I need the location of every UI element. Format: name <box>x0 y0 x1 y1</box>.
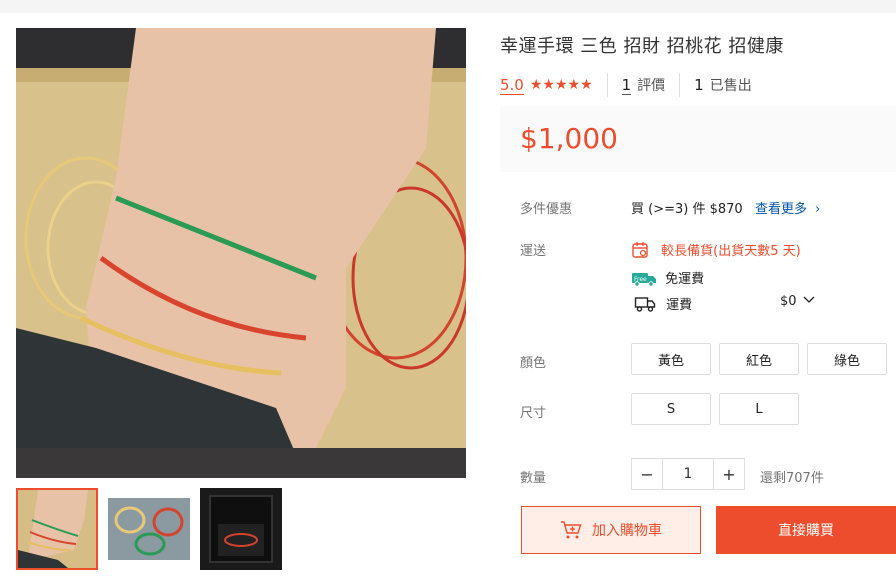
bulk-discount-label: 多件優惠 <box>520 202 573 217</box>
size-label: 尺寸 <box>520 406 547 421</box>
free-shipping-text: 免運費 <box>665 272 705 287</box>
quantity-stepper: − 1 + <box>631 458 745 490</box>
price-box: $1,000 <box>500 106 896 172</box>
add-to-cart-icon <box>560 520 582 540</box>
size-option-s[interactable]: S <box>631 393 711 425</box>
free-badge-text: Free <box>634 276 647 283</box>
buy-now-button[interactable]: 直接購買 <box>716 506 896 554</box>
thumbnail-3[interactable] <box>200 488 282 570</box>
rating-row: 5.0 ★★★★★ 1 評價 1 已售出 <box>500 72 752 98</box>
thumbnail-2[interactable] <box>108 488 190 570</box>
color-option-green[interactable]: 綠色 <box>807 343 887 375</box>
calendar-icon <box>631 241 649 263</box>
shipping-fee-dropdown[interactable]: $0 <box>780 294 815 309</box>
color-label: 顏色 <box>520 356 547 371</box>
color-option-red[interactable]: 紅色 <box>719 343 799 375</box>
free-shipping-row: Free 免運費 <box>631 268 704 291</box>
product-title: 幸運手環 三色 招財 招桃花 招健康 <box>500 36 784 57</box>
reviews-count[interactable]: 1 <box>621 76 632 95</box>
quantity-input[interactable]: 1 <box>663 458 713 490</box>
see-more-link[interactable]: 查看更多 › <box>755 198 820 217</box>
prep-time-row: 較長備貨(出貨天數5 天) <box>631 240 801 263</box>
quantity-increase-button[interactable]: + <box>713 458 745 490</box>
price: $1,000 <box>520 122 618 155</box>
shipping-label: 運送 <box>520 244 547 259</box>
chevron-right-icon: › <box>815 202 821 217</box>
product-main-image[interactable] <box>16 28 466 478</box>
sold-label: 已售出 <box>709 78 752 94</box>
color-option-yellow[interactable]: 黃色 <box>631 343 711 375</box>
thumbnail-1[interactable] <box>16 488 98 570</box>
rating-value[interactable]: 5.0 <box>500 76 524 95</box>
size-option-l[interactable]: L <box>719 393 799 425</box>
stock-remaining: 還剩707件 <box>760 471 824 486</box>
quantity-decrease-button[interactable]: − <box>631 458 663 490</box>
bulk-discount-text: 買 (>=3) 件 $870 <box>631 202 743 217</box>
truck-icon <box>634 295 656 317</box>
star-rating-icon: ★★★★★ <box>529 77 593 93</box>
shipping-fee-label: 運費 <box>666 298 693 313</box>
divider <box>606 73 608 97</box>
prep-time-text: 較長備貨(出貨天數5 天) <box>661 244 801 259</box>
divider <box>679 73 681 97</box>
reviews-label: 評價 <box>637 78 666 94</box>
free-shipping-truck-icon: Free <box>631 269 657 291</box>
shipping-fee-value: $0 <box>780 294 797 309</box>
quantity-label: 數量 <box>520 471 547 486</box>
see-more-label: 查看更多 <box>755 202 808 217</box>
add-to-cart-label: 加入購物車 <box>592 523 662 539</box>
chevron-down-icon <box>803 294 815 309</box>
add-to-cart-button[interactable]: 加入購物車 <box>521 506 701 554</box>
shipping-fee-row: 運費 <box>634 294 692 317</box>
sold-count: 1 <box>694 76 704 94</box>
